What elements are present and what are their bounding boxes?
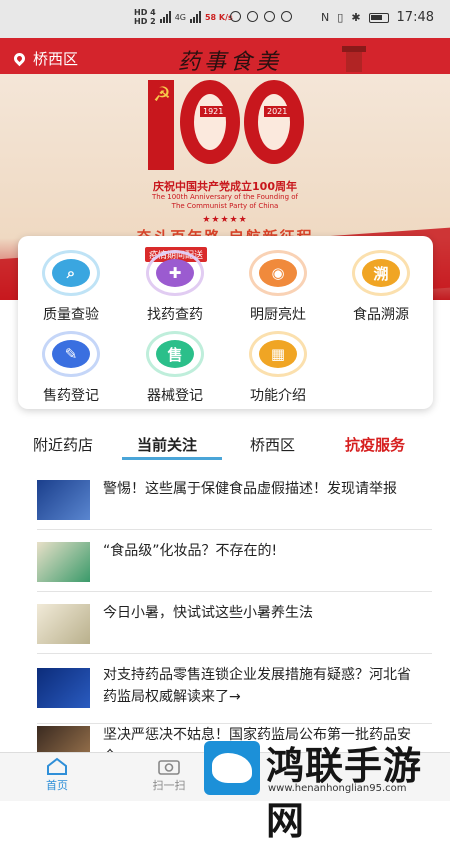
function-label: 器械登记 (147, 388, 203, 404)
news-thumbnail (37, 726, 90, 752)
news-title: 警惕！这些属于保健食品虚假描述！发现请举报 (103, 481, 397, 497)
sale-register-button[interactable]: ✎ 售药登记 (21, 331, 121, 405)
list-item[interactable]: “食品级”化妆品？不存在的! (0, 530, 450, 592)
news-thumbnail (37, 480, 90, 520)
home-icon (46, 757, 68, 775)
signal-group: HD 4 HD 2 4G 58 K/s (134, 8, 233, 26)
nav-label: 首页 (46, 779, 68, 792)
food-trace-button[interactable]: 溯 食品溯源 (331, 250, 431, 324)
banner-title: 庆祝中国共产党成立100周年 (153, 180, 297, 193)
function-grid: 疫情期间配送 ⌕ 质量查验 ✚ 找药查药 ◉ 明厨亮灶 溯 食品溯源 ✎ 售药登… (18, 236, 433, 409)
signal-icon (159, 11, 171, 23)
function-label: 食品溯源 (353, 307, 409, 323)
tiananmen-icon (342, 42, 366, 72)
banner-subtitle: The 100th Anniversary of the Founding of… (152, 193, 298, 210)
shield-icon (264, 11, 275, 22)
news-thumbnail (37, 668, 90, 708)
year-left: 1921 (200, 106, 227, 117)
location-label: 桥西区 (33, 50, 79, 68)
news-title: 对支持药品零售连锁企业发展措施有疑惑？河北省药监局权威解读来了→ (103, 667, 411, 705)
cloud-icon (230, 11, 241, 22)
tab-current-focus[interactable]: 当前关注 (137, 434, 197, 455)
watermark: 鸿联手游网 www.henanhonglian95.com (204, 735, 450, 843)
status-bar: HD 4 HD 2 4G 58 K/s N ▯ ✱ 17:48 (0, 0, 450, 38)
clock: 17:48 (396, 10, 434, 25)
location-selector[interactable]: 桥西区 (11, 48, 79, 69)
location-pin-icon (11, 50, 28, 67)
nav-label: 扫一扫 (152, 779, 186, 792)
year-right: 2021 (264, 106, 291, 117)
feature-intro-button[interactable]: ▦ 功能介绍 (228, 331, 328, 405)
nav-home[interactable]: 首页 (27, 757, 87, 793)
nav-scan[interactable]: 扫一扫 (139, 757, 199, 793)
find-medicine-button[interactable]: ✚ 找药查药 (125, 250, 225, 324)
tab-bar: 附近药店 当前关注 桥西区 抗疫服务 (0, 430, 450, 460)
hd-indicator: HD 4 HD 2 (134, 8, 156, 26)
notification-icons (230, 11, 292, 22)
function-label: 找药查药 (147, 307, 203, 323)
register-icon: ✎ (42, 331, 100, 377)
news-thumbnail (37, 542, 90, 582)
brand-calligraphy: 药事食美 (178, 50, 283, 75)
tab-nearby-pharmacy[interactable]: 附近药店 (33, 434, 93, 455)
system-icons: N ▯ ✱ 17:48 (321, 10, 434, 25)
device-icon: 售 (146, 331, 204, 377)
function-label: 功能介绍 (250, 388, 306, 404)
function-label: 明厨亮灶 (250, 307, 306, 323)
signal-icon-2 (189, 11, 201, 23)
list-item[interactable]: 对支持药品零售连锁企业发展措施有疑惑？河北省药监局权威解读来了→ (0, 654, 450, 724)
news-thumbnail (37, 604, 90, 644)
speed-indicator: 58 K/s (204, 12, 233, 22)
active-tab-indicator (122, 457, 222, 460)
list-item[interactable]: 警惕！这些属于保健食品虚假描述！发现请举报 (0, 468, 450, 530)
watermark-url: www.henanhonglian95.com (268, 783, 407, 794)
function-label: 售药登记 (43, 388, 99, 404)
news-title: “食品级”化妆品？不存在的! (103, 543, 278, 559)
party-emblem-icon: ☭ (153, 82, 171, 106)
digit-zero (180, 80, 240, 164)
bluetooth-icon: ✱ (351, 11, 361, 24)
search-icon: ⌕ (42, 250, 100, 296)
camera-icon: ◉ (249, 250, 307, 296)
chat-icon (247, 11, 258, 22)
medicine-box-icon: ✚ (146, 250, 204, 296)
digit-zero (244, 80, 304, 164)
trace-icon: 溯 (352, 250, 410, 296)
tab-district[interactable]: 桥西区 (250, 434, 295, 455)
vibrate-icon: ▯ (337, 11, 344, 24)
battery-icon (368, 12, 389, 23)
news-title: 今日小暑，快试试这些小暑养生法 (103, 605, 313, 621)
tab-epidemic-service[interactable]: 抗疫服务 (345, 434, 405, 455)
quality-check-button[interactable]: ⌕ 质量查验 (21, 250, 121, 324)
device-register-button[interactable]: 售 器械登记 (125, 331, 225, 405)
watermark-logo-icon (204, 741, 260, 795)
grid-icon: ▦ (249, 331, 307, 377)
camera-icon (158, 757, 180, 775)
function-label: 质量查验 (43, 307, 99, 323)
bulb-icon (281, 11, 292, 22)
stars-decoration: ★★★★★ (202, 215, 248, 225)
list-item[interactable]: 今日小暑，快试试这些小暑养生法 (0, 592, 450, 654)
nfc-icon: N (321, 11, 330, 24)
kitchen-live-button[interactable]: ◉ 明厨亮灶 (228, 250, 328, 324)
network-type: 4G (174, 12, 186, 22)
